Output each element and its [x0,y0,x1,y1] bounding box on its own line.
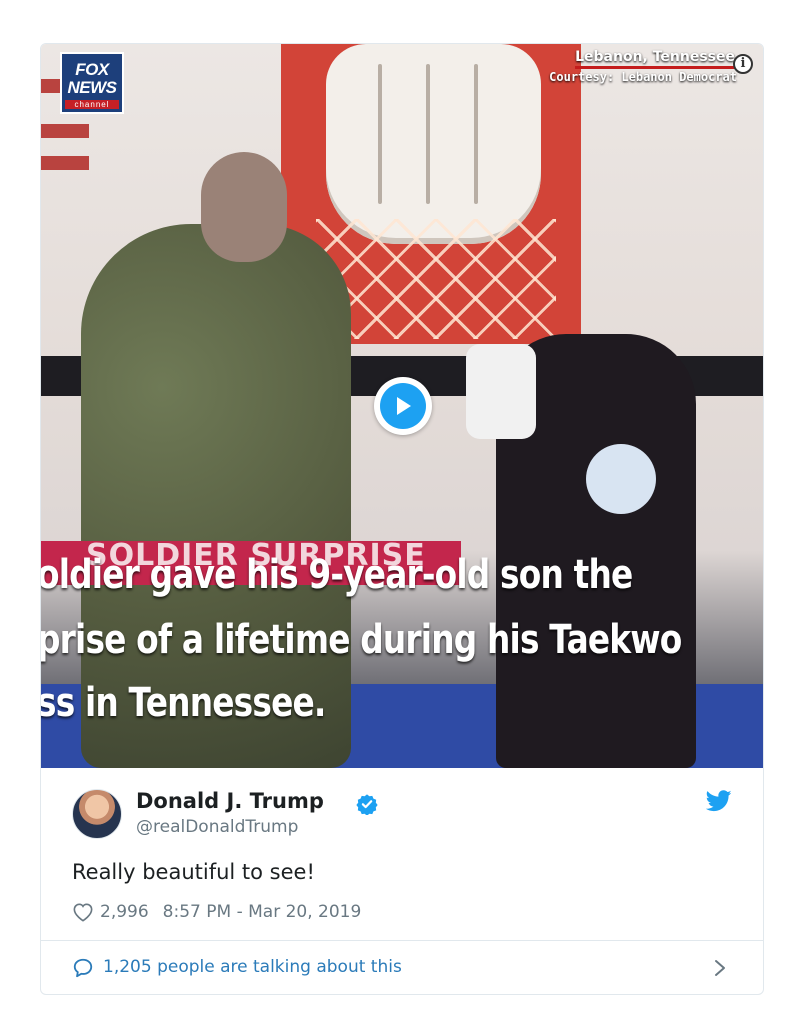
courtesy-label: Courtesy: Lebanon Democrat [549,70,737,84]
crosshatch-pattern [316,219,556,339]
speech-bubble-icon [73,958,93,978]
sparring-glove [586,444,656,514]
tweet-text: Really beautiful to see! [72,860,315,884]
info-icon[interactable]: i [733,54,753,74]
wall-stripe [41,124,89,138]
location-label: Lebanon, Tennessee [575,49,735,69]
like-count[interactable]: 2,996 [100,902,149,922]
tweet-timestamp[interactable]: 8:57 PM - Mar 20, 2019 [163,902,362,922]
play-button[interactable] [374,377,432,435]
conversation-count[interactable]: 1,205 people are talking about this [103,957,402,977]
kick-pad [466,344,536,439]
twitter-bird-icon[interactable] [706,790,732,812]
video-caption-line: prise of a lifetime during his Taekwo [41,617,682,663]
wall-stripe [41,156,89,170]
soldier-head [201,152,287,262]
video-caption-line: ss in Tennessee. [41,680,326,726]
logo-text: FOX NEWS [67,60,118,97]
fox-news-logo: FOX NEWS channel [60,52,124,114]
verified-badge-icon [356,794,378,815]
author-name[interactable]: Donald J. Trump [136,789,324,813]
author-handle[interactable]: @realDonaldTrump [136,817,298,837]
video-caption-line: oldier gave his 9-year-old son the [41,552,633,598]
avatar[interactable] [72,789,122,839]
fist-mural [326,44,541,244]
heart-icon[interactable] [72,902,94,922]
play-icon [380,383,426,429]
fist-finger-line [474,64,478,204]
fist-finger-line [378,64,382,204]
conversation-link[interactable]: 1,205 people are talking about this [41,941,763,994]
tweet-meta: 2,996 8:57 PM - Mar 20, 2019 [72,900,361,924]
video-player[interactable]: FOX NEWS channel Lebanon, Tennessee Cour… [41,44,763,768]
embedded-tweet-card[interactable]: FOX NEWS channel Lebanon, Tennessee Cour… [40,43,764,995]
logo-sub: channel [65,100,119,109]
fist-finger-line [426,64,430,204]
chevron-right-icon[interactable] [713,958,727,978]
